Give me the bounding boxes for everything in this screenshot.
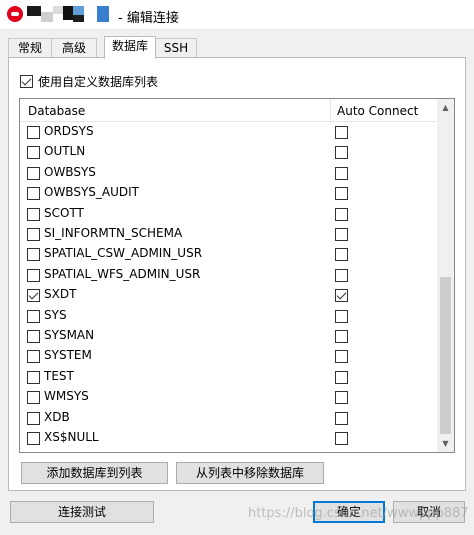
- tab-label: 数据库: [111, 39, 148, 53]
- tab-label: SSH: [163, 41, 189, 55]
- list-item[interactable]: SPATIAL_CSW_ADMIN_USR: [20, 244, 436, 264]
- database-checkbox[interactable]: [27, 146, 40, 160]
- database-name: XS$NULL: [44, 430, 99, 444]
- redacted-block: [53, 6, 63, 14]
- redacted-block: [41, 12, 53, 22]
- database-checkbox[interactable]: [27, 207, 40, 221]
- list-item[interactable]: TEST: [20, 367, 436, 387]
- auto-connect-checkbox[interactable]: [335, 187, 348, 201]
- scrollbar-thumb[interactable]: [440, 277, 451, 434]
- scroll-down-icon[interactable]: ▼: [437, 435, 454, 452]
- auto-connect-checkbox[interactable]: [335, 207, 348, 221]
- database-checkbox[interactable]: [27, 370, 40, 384]
- use-custom-list-option[interactable]: 使用自定义数据库列表: [20, 73, 158, 89]
- column-header-auto-connect[interactable]: Auto Connect: [337, 104, 418, 118]
- database-checkbox[interactable]: [27, 391, 40, 405]
- app-logo-icon: [7, 6, 23, 22]
- database-name: SPATIAL_CSW_ADMIN_USR: [44, 246, 203, 261]
- tab-label: 高级: [61, 41, 86, 55]
- database-list[interactable]: Database Auto Connect ORDSYS OUTLN OWBSYS O…: [19, 98, 455, 453]
- database-checkbox[interactable]: [27, 432, 40, 445]
- database-name: SCOTT: [44, 205, 84, 220]
- database-name: SYS: [44, 307, 67, 322]
- ok-button[interactable]: 确定: [313, 501, 385, 523]
- list-item[interactable]: SXDT: [20, 285, 436, 305]
- redacted-block: [63, 6, 73, 20]
- list-item[interactable]: XS$NULL: [20, 428, 436, 448]
- database-name: ORDSYS: [44, 124, 94, 138]
- auto-connect-checkbox[interactable]: [335, 411, 348, 425]
- list-item[interactable]: SI_INFORMTN_SCHEMA: [20, 224, 436, 244]
- tab-label: 常规: [17, 41, 42, 55]
- tab-advanced[interactable]: 高级: [51, 38, 97, 58]
- auto-connect-checkbox[interactable]: [335, 228, 348, 241]
- list-item[interactable]: SYSTEM: [20, 346, 436, 366]
- cancel-button[interactable]: 取消: [393, 501, 465, 523]
- auto-connect-checkbox[interactable]: [335, 370, 348, 384]
- database-name: OWBSYS_AUDIT: [44, 185, 139, 200]
- list-item[interactable]: OWBSYS_AUDIT: [20, 183, 436, 203]
- database-checkbox[interactable]: [27, 187, 40, 201]
- auto-connect-checkbox[interactable]: [335, 350, 348, 364]
- list-item[interactable]: ORDSYS: [20, 122, 436, 142]
- database-name: SXDT: [44, 287, 77, 302]
- redacted-block: [73, 6, 84, 15]
- list-item[interactable]: SPATIAL_WFS_ADMIN_USR: [20, 265, 436, 285]
- list-item[interactable]: OUTLN: [20, 142, 436, 162]
- list-item[interactable]: WMSYS: [20, 387, 436, 407]
- remove-database-button[interactable]: 从列表中移除数据库: [176, 462, 324, 484]
- redacted-block: [97, 6, 109, 22]
- column-divider[interactable]: [330, 99, 331, 122]
- vertical-scrollbar[interactable]: ▲ ▼: [437, 99, 454, 452]
- auto-connect-checkbox[interactable]: [335, 166, 348, 180]
- database-name: SYSTEM: [44, 348, 92, 363]
- add-database-button[interactable]: 添加数据库到列表: [21, 462, 168, 484]
- list-item[interactable]: SCOTT: [20, 204, 436, 224]
- use-custom-list-label: 使用自定义数据库列表: [38, 74, 159, 89]
- scroll-up-icon[interactable]: ▲: [437, 99, 454, 116]
- database-checkbox[interactable]: [27, 330, 40, 343]
- database-name: TEST: [44, 368, 74, 383]
- database-checkbox[interactable]: [27, 309, 40, 323]
- auto-connect-checkbox[interactable]: [335, 248, 348, 262]
- database-checkbox[interactable]: [27, 268, 40, 282]
- list-item[interactable]: SYS: [20, 306, 436, 326]
- list-item[interactable]: XDB: [20, 408, 436, 428]
- test-connection-button[interactable]: 连接测试: [10, 501, 154, 523]
- list-item[interactable]: OWBSYS: [20, 163, 436, 183]
- column-header-database[interactable]: Database: [28, 104, 85, 118]
- auto-connect-checkbox[interactable]: [335, 330, 348, 343]
- database-checkbox[interactable]: [27, 248, 40, 262]
- database-checkbox[interactable]: [27, 126, 40, 139]
- database-name: SI_INFORMTN_SCHEMA: [44, 226, 183, 240]
- database-name: OUTLN: [44, 144, 86, 159]
- database-checkbox[interactable]: [27, 166, 40, 180]
- database-name: SYSMAN: [44, 328, 95, 342]
- list-header: Database Auto Connect: [20, 99, 436, 122]
- auto-connect-checkbox[interactable]: [335, 146, 348, 160]
- redacted-block: [73, 15, 84, 22]
- redacted-block: [27, 6, 41, 16]
- auto-connect-checkbox[interactable]: [335, 268, 348, 282]
- database-name: XDB: [44, 409, 70, 424]
- auto-connect-checkbox[interactable]: [335, 309, 348, 323]
- database-checkbox[interactable]: [27, 228, 40, 241]
- window-title: - 编辑连接: [118, 11, 179, 26]
- title-bar: - 编辑连接: [0, 0, 474, 30]
- tab-ssh[interactable]: SSH: [155, 38, 197, 58]
- database-checkbox[interactable]: [27, 411, 40, 425]
- database-checkbox[interactable]: [27, 289, 40, 303]
- use-custom-list-checkbox[interactable]: [20, 74, 33, 88]
- database-name: WMSYS: [44, 389, 89, 404]
- database-name: OWBSYS: [44, 164, 96, 179]
- auto-connect-checkbox[interactable]: [335, 126, 348, 139]
- tab-general[interactable]: 常规: [8, 38, 52, 58]
- auto-connect-checkbox[interactable]: [335, 391, 348, 405]
- auto-connect-checkbox[interactable]: [335, 432, 348, 445]
- list-item[interactable]: SYSMAN: [20, 326, 436, 346]
- database-checkbox[interactable]: [27, 350, 40, 364]
- auto-connect-checkbox[interactable]: [335, 289, 348, 303]
- tab-databases[interactable]: 数据库: [104, 36, 156, 59]
- database-name: SPATIAL_WFS_ADMIN_USR: [44, 266, 201, 281]
